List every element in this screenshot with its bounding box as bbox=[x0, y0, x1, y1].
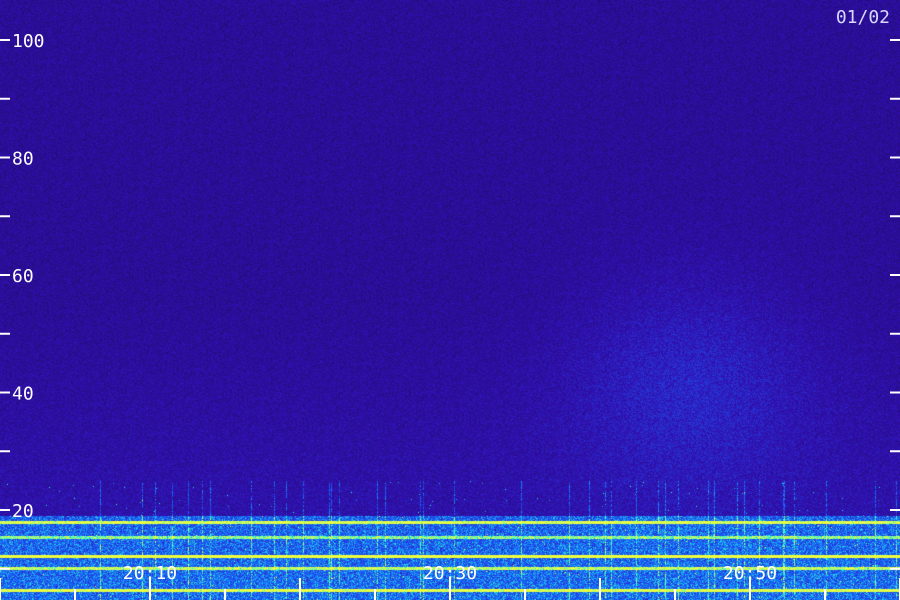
y-tick-label: 100 bbox=[12, 31, 45, 52]
y-tick-label: 40 bbox=[12, 384, 34, 405]
y-tick-label: 80 bbox=[12, 149, 34, 170]
x-tick-label: 20:10 bbox=[123, 563, 177, 584]
y-tick-label: 60 bbox=[12, 266, 34, 287]
x-axis: 20:10 20:30 20:50 bbox=[0, 563, 900, 600]
x-tick-label: 20:30 bbox=[423, 563, 477, 584]
y-axis: 20 40 60 80 100 bbox=[0, 31, 900, 570]
y-tick-label: 20 bbox=[12, 501, 34, 522]
date-label: 01/02 bbox=[836, 7, 890, 28]
axis-overlay: 20 40 60 80 100 20:10 20:30 20:50 01/02 bbox=[0, 7, 900, 600]
x-tick-label: 20:50 bbox=[723, 563, 777, 584]
